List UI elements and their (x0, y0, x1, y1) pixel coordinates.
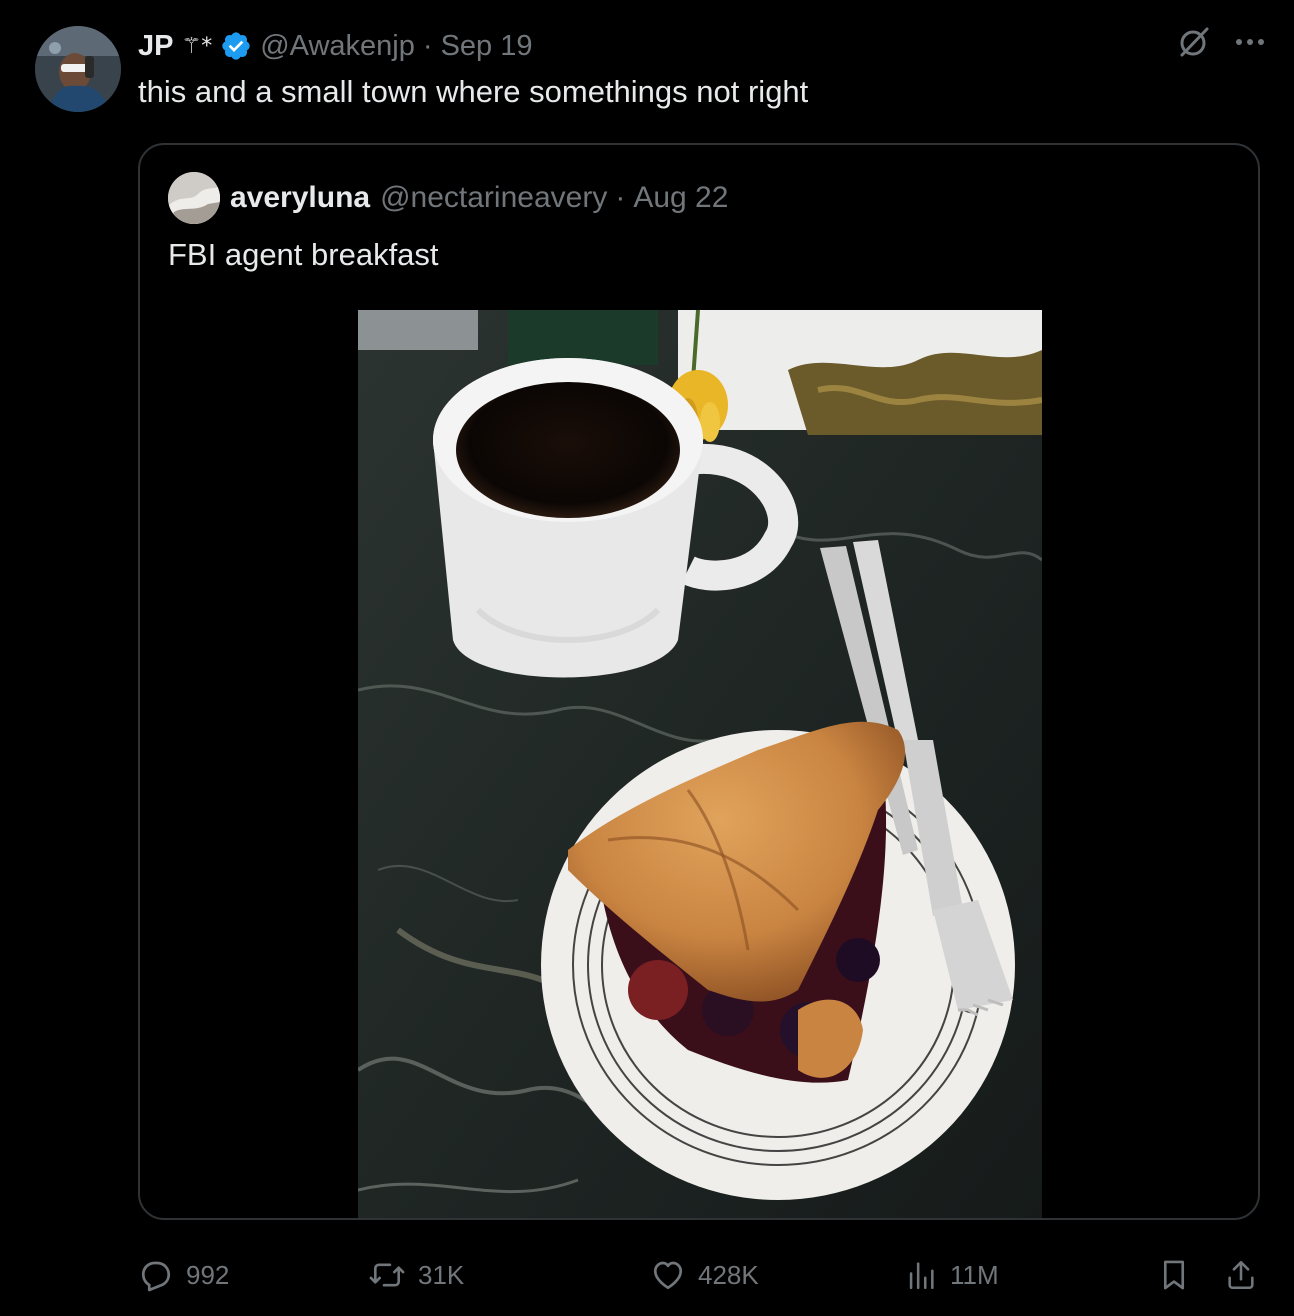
author-handle[interactable]: @Awakenjp (260, 30, 415, 63)
quoted-tweet-header: averyluna @nectarineavery · Aug 22 (168, 172, 728, 224)
like-count: 428K (698, 1259, 759, 1290)
tweet-actions: 992 31K 428K 11M (138, 1255, 1260, 1295)
quoted-tweet-photo[interactable] (358, 310, 1042, 1218)
quoted-tweet-card[interactable]: averyluna @nectarineavery · Aug 22 FBI a… (138, 143, 1260, 1220)
quoted-author-handle[interactable]: @nectarineavery (380, 181, 607, 215)
repost-count: 31K (418, 1259, 465, 1290)
separator-dot: · (422, 29, 433, 62)
views-button[interactable]: 11M (904, 1255, 999, 1295)
repost-button[interactable]: 31K (368, 1255, 464, 1295)
name-emoji-glyph: ⚚* (181, 33, 213, 59)
quoted-tweet-text: FBI agent breakfast (168, 237, 439, 272)
grok-icon[interactable] (1176, 24, 1212, 60)
quoted-author-avatar[interactable] (168, 172, 220, 224)
repost-icon (368, 1257, 406, 1293)
reply-count: 992 (186, 1259, 230, 1290)
tweet-date[interactable]: Sep 19 (441, 30, 533, 63)
author-avatar[interactable] (35, 26, 121, 112)
view-count: 11M (950, 1259, 999, 1290)
views-icon (904, 1257, 938, 1293)
tweet-text: this and a small town where somethings n… (138, 74, 809, 109)
quoted-author-display-name[interactable]: averyluna (230, 181, 370, 215)
bookmark-icon (1158, 1257, 1190, 1293)
separator-dot: · (615, 181, 626, 214)
tweet: JP ⚚* @Awakenjp · Sep 19 this and a smal… (0, 0, 1294, 1316)
share-icon (1224, 1257, 1258, 1293)
tweet-top-actions (1176, 24, 1266, 60)
like-button[interactable]: 428K (650, 1255, 759, 1295)
more-icon[interactable] (1234, 36, 1266, 48)
share-button[interactable] (1224, 1255, 1258, 1295)
author-display-name[interactable]: JP (138, 30, 173, 63)
verified-badge-icon (220, 30, 252, 62)
heart-icon (650, 1257, 686, 1293)
photo-illustration (358, 310, 1042, 1218)
reply-icon (138, 1257, 174, 1293)
tweet-header: JP ⚚* @Awakenjp · Sep 19 (138, 28, 532, 64)
reply-button[interactable]: 992 (138, 1255, 229, 1295)
quoted-tweet-date[interactable]: Aug 22 (633, 181, 728, 215)
bookmark-button[interactable] (1158, 1255, 1190, 1295)
